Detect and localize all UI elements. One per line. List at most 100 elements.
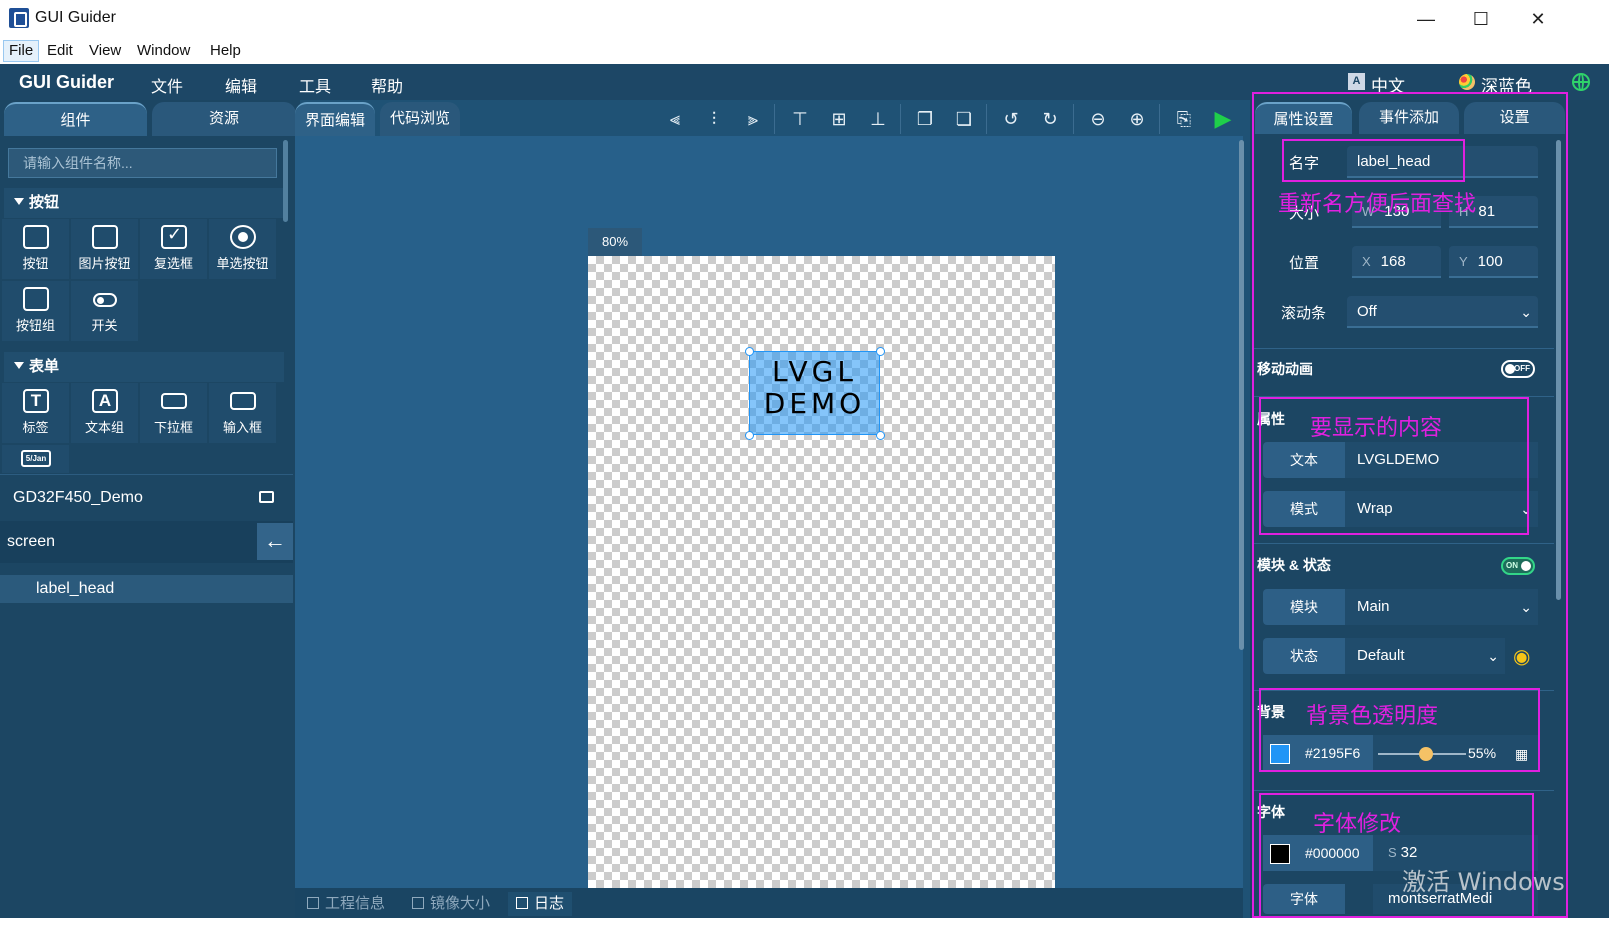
zoom-level: 80% xyxy=(588,228,642,256)
menu-edit[interactable]: Edit xyxy=(42,40,78,62)
redo-icon[interactable]: ↻ xyxy=(1037,106,1063,132)
widget-checkbox[interactable]: 复选框 xyxy=(140,219,207,279)
maximize-button[interactable]: ☐ xyxy=(1461,6,1501,32)
tab-log[interactable]: 日志 xyxy=(508,892,573,916)
text-a-icon: A xyxy=(92,389,118,413)
toggle-icon xyxy=(93,293,117,307)
align-middle-icon[interactable]: ⊞ xyxy=(826,106,852,132)
toolbar-divider xyxy=(900,104,901,134)
widget-calendar[interactable]: 5/Jan xyxy=(2,445,69,473)
chart-icon xyxy=(412,897,424,909)
arrow-left-icon[interactable]: ← xyxy=(257,523,293,560)
toolbar-divider xyxy=(1073,104,1074,134)
resize-handle[interactable] xyxy=(745,431,754,440)
resize-handle[interactable] xyxy=(745,347,754,356)
section-buttons[interactable]: 按钮 xyxy=(4,188,284,218)
close-button[interactable]: ✕ xyxy=(1518,6,1558,32)
tab-ui-editor[interactable]: 界面编辑 xyxy=(295,102,375,136)
project-name: GD32F450_Demo xyxy=(13,489,143,506)
widget-button-group[interactable]: 按钮组 xyxy=(2,281,69,341)
annotation-name-box xyxy=(1282,139,1465,182)
widget-button[interactable]: 按钮 xyxy=(2,219,69,279)
tree-item-label: label_head xyxy=(36,580,115,597)
menu-bar: File Edit View Window Help xyxy=(0,38,1609,64)
window-title: GUI Guider xyxy=(35,9,116,26)
generate-code-icon[interactable]: ⎘ xyxy=(1171,106,1197,132)
windows-activation-watermark: 激活 Windows xyxy=(1402,868,1565,896)
project-header: GD32F450_Demo xyxy=(0,474,293,520)
component-list-scrollbar[interactable] xyxy=(283,140,288,222)
section-buttons-label: 按钮 xyxy=(29,194,60,211)
calendar-icon: 5/Jan xyxy=(21,450,51,467)
undo-icon[interactable]: ↺ xyxy=(998,106,1024,132)
widget-label[interactable]: T 标签 xyxy=(2,383,69,443)
section-forms[interactable]: 表单 xyxy=(4,352,284,382)
brand-logo: GUI Guider xyxy=(19,72,115,92)
header-menu-help[interactable]: 帮助 xyxy=(371,73,403,97)
send-backward-icon[interactable]: ❏ xyxy=(951,106,977,132)
run-icon[interactable]: ▶ xyxy=(1210,106,1236,132)
terminal-icon xyxy=(516,897,528,909)
menu-view[interactable]: View xyxy=(84,40,126,62)
minimize-button[interactable]: — xyxy=(1406,6,1446,32)
toolbar: ⫷ ⫶ ⫸ ⊤ ⊞ ⊥ ❐ ❏ ↺ ↻ ⊖ ⊕ ⎘ ▶ xyxy=(653,100,1243,136)
header-menu-edit[interactable]: 编辑 xyxy=(225,73,257,97)
widget-dropdown[interactable]: 下拉框 xyxy=(140,383,207,443)
window-bottom-edge xyxy=(0,918,1609,942)
align-bottom-icon[interactable]: ⊥ xyxy=(865,106,891,132)
align-left-icon[interactable]: ⫷ xyxy=(662,106,688,132)
label-t-icon: T xyxy=(23,389,49,413)
annotation-content-note: 要显示的内容 xyxy=(1310,416,1443,441)
info-icon xyxy=(307,897,319,909)
button-icon xyxy=(23,225,49,249)
align-right-icon[interactable]: ⫸ xyxy=(740,106,766,132)
title-bar: GUI Guider — ☐ ✕ xyxy=(0,0,1609,38)
toolbar-divider xyxy=(986,104,987,134)
widget-input[interactable]: 输入框 xyxy=(209,383,276,443)
widget-textarea[interactable]: A 文本组 xyxy=(71,383,138,443)
annotation-rename-note: 重新名方便后面查找 xyxy=(1278,192,1477,217)
bring-forward-icon[interactable]: ❐ xyxy=(912,106,938,132)
caret-down-icon xyxy=(14,198,24,205)
zoom-in-icon[interactable]: ⊕ xyxy=(1124,106,1150,132)
toolbar-divider xyxy=(1159,104,1160,134)
zoom-out-icon[interactable]: ⊖ xyxy=(1085,106,1111,132)
checkbox-icon xyxy=(161,224,187,249)
caret-down-icon xyxy=(14,362,24,369)
resize-handle[interactable] xyxy=(876,347,885,356)
button-group-icon xyxy=(23,287,49,311)
align-center-h-icon[interactable]: ⫶ xyxy=(701,106,727,132)
widget-image-button[interactable]: 图片按钮 xyxy=(71,219,138,279)
tab-image-size[interactable]: 镜像大小 xyxy=(412,892,490,916)
screen-header[interactable]: screen xyxy=(0,521,293,563)
label-line-2: DEMO xyxy=(763,387,866,420)
section-forms-label: 表单 xyxy=(29,358,60,375)
toolbar-divider xyxy=(774,104,775,134)
resize-handle[interactable] xyxy=(876,431,885,440)
globe-icon[interactable] xyxy=(1572,73,1590,91)
canvas-scrollbar[interactable] xyxy=(1239,140,1244,650)
folder-icon[interactable] xyxy=(259,491,274,503)
tree-item[interactable]: label_head xyxy=(0,575,293,603)
header-menu-tools[interactable]: 工具 xyxy=(299,73,331,97)
component-search-input[interactable] xyxy=(9,149,276,177)
tab-resources[interactable]: 资源 xyxy=(152,102,296,136)
annotation-font-note: 字体修改 xyxy=(1313,812,1402,837)
tab-code-browser[interactable]: 代码浏览 xyxy=(380,102,460,136)
menu-file[interactable]: File xyxy=(3,40,40,62)
language-icon: A xyxy=(1348,73,1365,90)
component-search[interactable] xyxy=(8,148,277,178)
widget-switch[interactable]: 开关 xyxy=(71,281,138,341)
tab-project-info[interactable]: 工程信息 xyxy=(307,892,385,916)
label-line-1: LVGL xyxy=(772,355,857,388)
label-head-widget[interactable]: LVGL DEMO xyxy=(749,351,880,435)
header-menu-file[interactable]: 文件 xyxy=(151,73,183,97)
widget-radio[interactable]: 单选按钮 xyxy=(209,219,276,279)
align-top-icon[interactable]: ⊤ xyxy=(787,106,813,132)
menu-help[interactable]: Help xyxy=(205,40,246,62)
bottom-tabs: 工程信息 镜像大小 日志 xyxy=(295,888,1243,918)
tab-components[interactable]: 组件 xyxy=(4,102,147,136)
menu-window[interactable]: Window xyxy=(132,40,195,62)
annotation-bg-note: 背景色透明度 xyxy=(1306,704,1439,729)
input-box-icon xyxy=(230,392,256,410)
